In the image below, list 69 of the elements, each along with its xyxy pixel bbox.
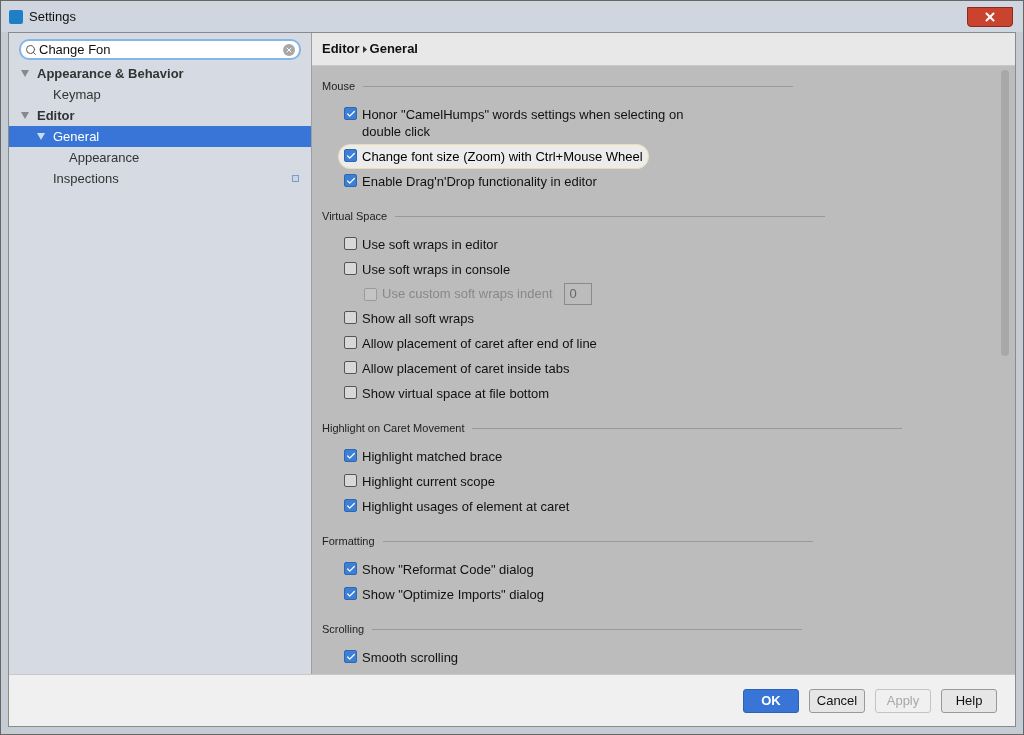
setting-label[interactable]: Enable Drag'n'Drop functionality in editor — [362, 173, 597, 190]
expand-arrow-icon[interactable] — [37, 133, 45, 140]
search-icon — [25, 43, 37, 56]
checkbox[interactable] — [344, 361, 357, 374]
checkbox[interactable] — [344, 149, 357, 162]
checkbox[interactable] — [344, 107, 357, 120]
check-icon — [345, 175, 356, 186]
setting-label[interactable]: Show all soft wraps — [362, 310, 474, 327]
setting-label[interactable]: Honor "CamelHumps" words settings when selecting on double click — [362, 106, 692, 140]
setting-label[interactable]: Show "Optimize Imports" dialog — [362, 586, 544, 603]
tree-label: Appearance & Behavior — [37, 64, 184, 83]
setting-label[interactable]: Use soft wraps in editor — [362, 236, 498, 253]
checkbox[interactable] — [344, 386, 357, 399]
setting-label[interactable]: Highlight usages of element at caret — [362, 498, 570, 515]
checkbox[interactable] — [344, 262, 357, 275]
tree-label: General — [53, 127, 100, 146]
expand-arrow-icon[interactable] — [21, 112, 29, 119]
dialog-button[interactable]: Help — [941, 688, 997, 713]
check-icon — [345, 500, 356, 511]
checkbox[interactable] — [344, 562, 357, 575]
tree-label: Editor — [37, 106, 75, 125]
check-icon — [345, 150, 356, 161]
tree-item[interactable]: Appearance & Behavior — [9, 63, 311, 84]
checkbox[interactable] — [344, 499, 357, 512]
checkbox[interactable] — [344, 449, 357, 462]
checkbox[interactable] — [344, 174, 357, 187]
section-title: Highlight on Caret Movement — [322, 420, 465, 436]
check-icon — [345, 651, 356, 662]
breadcrumb-arrow-icon — [362, 45, 367, 53]
section-title: Virtual Space — [322, 208, 388, 224]
tree-label: Inspections — [53, 169, 119, 188]
checkbox[interactable] — [344, 650, 357, 663]
checkbox[interactable] — [344, 237, 357, 250]
section-title: Formatting — [322, 533, 375, 549]
tree-item[interactable]: Appearance — [9, 147, 311, 168]
app-icon — [9, 9, 23, 24]
section-title: Mouse — [322, 78, 356, 94]
setting-label[interactable]: Use soft wraps in console — [362, 261, 511, 278]
check-icon — [345, 588, 356, 599]
setting-label[interactable]: Change font size (Zoom) with Ctrl+Mouse Wheel — [362, 148, 643, 165]
tree-label: Appearance — [69, 148, 140, 167]
check-icon — [345, 563, 356, 574]
checkbox[interactable] — [344, 474, 357, 487]
close-button[interactable] — [967, 6, 1013, 27]
tree-item[interactable]: General — [9, 126, 311, 147]
tree-label: Keymap — [53, 85, 101, 104]
setting-label[interactable]: Highlight matched brace — [362, 448, 503, 465]
check-icon — [345, 450, 356, 461]
setting-label[interactable]: Allow placement of caret after end of line — [362, 335, 597, 352]
window-title: Settings — [29, 7, 76, 26]
setting-label[interactable]: Highlight current scope — [362, 473, 495, 490]
setting-label[interactable]: Allow placement of caret inside tabs — [362, 360, 570, 377]
setting-label[interactable]: Show "Reformat Code" dialog — [362, 561, 534, 578]
checkbox[interactable] — [344, 587, 357, 600]
setting-label[interactable]: Show virtual space at file bottom — [362, 385, 550, 402]
checkbox[interactable] — [344, 336, 357, 349]
section-title: Scrolling — [322, 621, 365, 637]
tree-item[interactable]: Editor — [9, 105, 311, 126]
tree-item[interactable]: Inspections — [9, 168, 311, 189]
expand-arrow-icon[interactable] — [21, 70, 29, 77]
dialog-button[interactable]: Cancel — [809, 688, 865, 713]
setting-label[interactable]: Smooth scrolling — [362, 649, 459, 666]
tree-item[interactable]: Keymap — [9, 84, 311, 105]
dialog-button[interactable]: OK — [743, 688, 799, 713]
check-icon — [345, 108, 356, 119]
breadcrumb-item[interactable]: General — [369, 39, 418, 59]
breadcrumb-item[interactable]: Editor — [322, 39, 360, 59]
checkbox[interactable] — [344, 311, 357, 324]
close-icon — [983, 9, 997, 24]
